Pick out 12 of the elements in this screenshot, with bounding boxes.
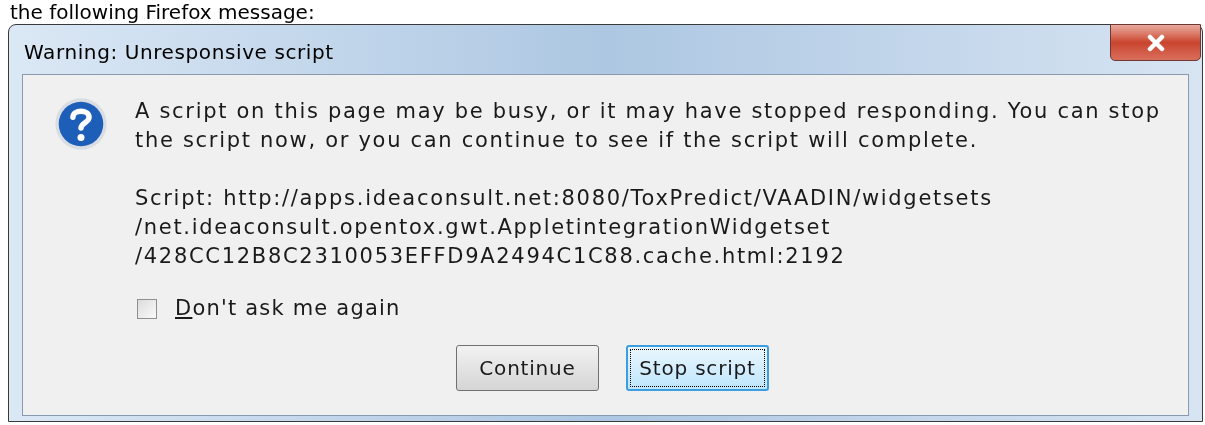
script-location-text: Script: http://apps.ideaconsult.net:8080/ToxPredict/VAADIN/widgetsets: [135, 185, 994, 212]
close-icon: [1145, 33, 1166, 52]
window-title: Warning: Unresponsive script: [23, 39, 334, 66]
dialog-button[interactable]: Continue: [456, 345, 599, 391]
message-text: A script on this page may be busy, or it may have stopped responding. You can stop the script now, or you can continue to see if the script will complete.: [135, 98, 1162, 154]
dialog-button[interactable]: Stop script: [626, 345, 769, 391]
dont-ask-checkbox[interactable]: Don't ask me again: [137, 297, 1188, 321]
script-location-text: /428CC12B8C2310053EFFD9A2494C1C88.cache.html:2192: [135, 243, 847, 270]
script-location-text: /net.ideaconsult.opentox.gwt.AppletintegrationWidgetset: [135, 214, 833, 241]
question-icon: [54, 97, 108, 151]
close-button[interactable]: [1110, 24, 1201, 61]
intro-text: the following Firefox message:: [10, 0, 315, 24]
